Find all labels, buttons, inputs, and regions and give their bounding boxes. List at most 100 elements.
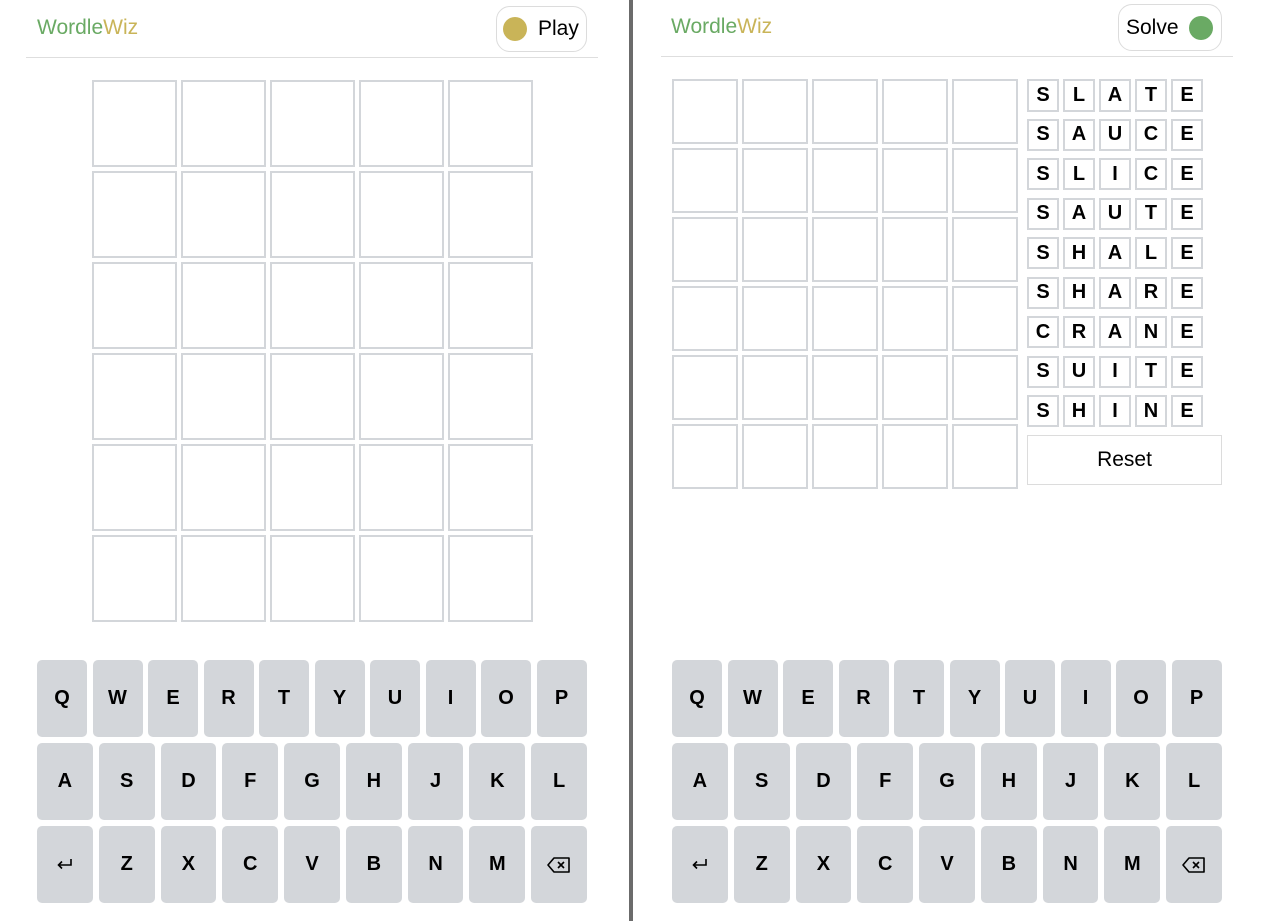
suggestion-word[interactable]: SLICE bbox=[1027, 158, 1209, 190]
key-m[interactable]: M bbox=[1104, 826, 1161, 903]
board-tile[interactable] bbox=[882, 217, 948, 282]
board-tile[interactable] bbox=[812, 355, 878, 420]
key-l[interactable]: L bbox=[531, 743, 588, 820]
key-g[interactable]: G bbox=[919, 743, 975, 820]
board-tile[interactable] bbox=[181, 171, 266, 258]
key-j[interactable]: J bbox=[407, 743, 464, 820]
board-tile[interactable] bbox=[812, 424, 878, 489]
board-tile[interactable] bbox=[359, 80, 444, 167]
board-tile[interactable] bbox=[181, 353, 266, 440]
key-c[interactable]: C bbox=[222, 826, 279, 903]
key-v[interactable]: V bbox=[919, 826, 975, 903]
board-tile[interactable] bbox=[882, 424, 948, 489]
backspace-key[interactable] bbox=[1166, 826, 1223, 903]
board-tile[interactable] bbox=[952, 217, 1018, 282]
key-s[interactable]: S bbox=[98, 743, 155, 820]
suggestion-word[interactable]: SHINE bbox=[1027, 395, 1209, 427]
key-p[interactable]: P bbox=[536, 660, 587, 737]
solve-mode-button[interactable]: Solve bbox=[1118, 4, 1222, 51]
key-b[interactable]: B bbox=[980, 826, 1037, 903]
board-tile[interactable] bbox=[448, 535, 533, 622]
board-tile[interactable] bbox=[181, 444, 266, 531]
board-tile[interactable] bbox=[359, 444, 444, 531]
key-h[interactable]: H bbox=[980, 743, 1037, 820]
board-tile[interactable] bbox=[882, 79, 948, 144]
suggestion-word[interactable]: SAUCE bbox=[1027, 118, 1209, 151]
reset-button[interactable]: Reset bbox=[1027, 435, 1222, 485]
key-p[interactable]: P bbox=[1171, 660, 1222, 737]
suggestion-word[interactable]: CRANE bbox=[1027, 316, 1209, 348]
key-o[interactable]: O bbox=[481, 660, 531, 737]
key-e[interactable]: E bbox=[783, 660, 833, 737]
key-n[interactable]: N bbox=[1042, 826, 1099, 903]
board-tile[interactable] bbox=[742, 424, 808, 489]
key-x[interactable]: X bbox=[160, 826, 217, 903]
board-tile[interactable] bbox=[882, 286, 948, 351]
board-tile[interactable] bbox=[92, 262, 177, 349]
board-tile[interactable] bbox=[812, 286, 878, 351]
board-tile[interactable] bbox=[181, 262, 266, 349]
board-tile[interactable] bbox=[448, 353, 533, 440]
board-tile[interactable] bbox=[448, 444, 533, 531]
board-tile[interactable] bbox=[270, 171, 355, 258]
board-tile[interactable] bbox=[270, 444, 355, 531]
suggestion-word[interactable]: SAUTE bbox=[1027, 197, 1209, 230]
suggestion-word[interactable]: SUITE bbox=[1027, 355, 1209, 388]
board-tile[interactable] bbox=[270, 80, 355, 167]
key-i[interactable]: I bbox=[425, 660, 476, 737]
board-tile[interactable] bbox=[952, 424, 1018, 489]
key-z[interactable]: Z bbox=[733, 826, 790, 903]
key-v[interactable]: V bbox=[284, 826, 340, 903]
suggestion-word[interactable]: SHALE bbox=[1027, 237, 1209, 269]
key-n[interactable]: N bbox=[407, 826, 464, 903]
board-tile[interactable] bbox=[742, 79, 808, 144]
key-w[interactable]: W bbox=[727, 660, 778, 737]
board-tile[interactable] bbox=[742, 286, 808, 351]
key-d[interactable]: D bbox=[795, 743, 852, 820]
board-tile[interactable] bbox=[742, 148, 808, 213]
board-tile[interactable] bbox=[742, 355, 808, 420]
board-tile[interactable] bbox=[92, 535, 177, 622]
board-tile[interactable] bbox=[92, 444, 177, 531]
key-d[interactable]: D bbox=[160, 743, 217, 820]
key-m[interactable]: M bbox=[469, 826, 526, 903]
board-tile[interactable] bbox=[448, 80, 533, 167]
key-y[interactable]: Y bbox=[314, 660, 365, 737]
board-tile[interactable] bbox=[92, 80, 177, 167]
key-f[interactable]: F bbox=[222, 743, 279, 820]
key-r[interactable]: R bbox=[838, 660, 889, 737]
board-tile[interactable] bbox=[952, 148, 1018, 213]
board-tile[interactable] bbox=[448, 171, 533, 258]
key-q[interactable]: Q bbox=[672, 660, 722, 737]
key-k[interactable]: K bbox=[1104, 743, 1161, 820]
key-w[interactable]: W bbox=[92, 660, 143, 737]
board-tile[interactable] bbox=[181, 535, 266, 622]
board-tile[interactable] bbox=[882, 148, 948, 213]
key-f[interactable]: F bbox=[857, 743, 914, 820]
suggestion-word[interactable]: SHARE bbox=[1027, 276, 1209, 309]
board-tile[interactable] bbox=[672, 79, 738, 144]
board-tile[interactable] bbox=[359, 353, 444, 440]
backspace-key[interactable] bbox=[531, 826, 588, 903]
key-a[interactable]: A bbox=[672, 743, 728, 820]
board-tile[interactable] bbox=[672, 148, 738, 213]
board-tile[interactable] bbox=[359, 171, 444, 258]
board-tile[interactable] bbox=[181, 80, 266, 167]
enter-key[interactable] bbox=[37, 826, 93, 903]
key-z[interactable]: Z bbox=[98, 826, 155, 903]
key-u[interactable]: U bbox=[370, 660, 420, 737]
board-tile[interactable] bbox=[812, 148, 878, 213]
key-b[interactable]: B bbox=[345, 826, 402, 903]
board-tile[interactable] bbox=[742, 217, 808, 282]
enter-key[interactable] bbox=[672, 826, 728, 903]
key-l[interactable]: L bbox=[1166, 743, 1223, 820]
key-s[interactable]: S bbox=[733, 743, 790, 820]
key-k[interactable]: K bbox=[469, 743, 526, 820]
board-tile[interactable] bbox=[672, 286, 738, 351]
board-tile[interactable] bbox=[672, 355, 738, 420]
key-a[interactable]: A bbox=[37, 743, 93, 820]
key-r[interactable]: R bbox=[203, 660, 254, 737]
board-tile[interactable] bbox=[448, 262, 533, 349]
key-c[interactable]: C bbox=[857, 826, 914, 903]
board-tile[interactable] bbox=[270, 535, 355, 622]
